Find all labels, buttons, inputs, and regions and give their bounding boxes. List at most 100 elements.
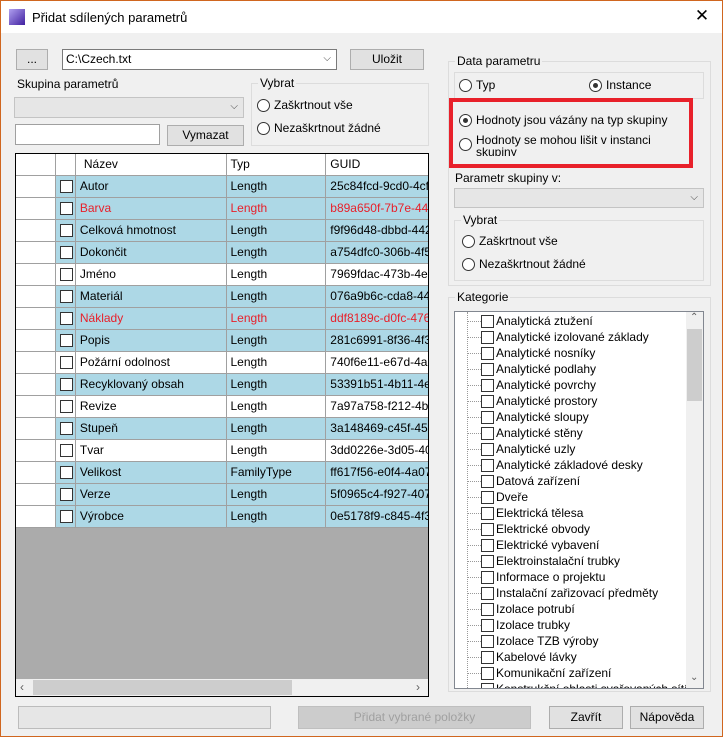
category-checkbox[interactable] — [481, 330, 494, 344]
row-checkbox[interactable] — [59, 400, 73, 413]
vertical-scrollbar[interactable]: ⌃ ⌄ — [686, 312, 703, 688]
row-header[interactable] — [16, 440, 56, 462]
check-none-radio-right[interactable]: Nezaškrtnout žádné — [462, 257, 586, 271]
row-checkbox-cell[interactable] — [55, 462, 76, 484]
row-checkbox-cell[interactable] — [55, 330, 76, 352]
row-checkbox[interactable] — [59, 290, 73, 303]
add-selected-button[interactable]: Přidat vybrané položky — [298, 706, 531, 729]
row-checkbox[interactable] — [59, 444, 73, 457]
close-button[interactable]: Zavřít — [549, 706, 623, 729]
check-all-radio-right[interactable]: Zaškrtnout vše — [462, 234, 558, 248]
category-item[interactable]: Analytické stěny — [455, 425, 583, 441]
category-checkbox[interactable] — [481, 506, 494, 520]
table-row[interactable]: Revize Length 7a97a758-f212-4b3d — [16, 396, 428, 418]
row-checkbox[interactable] — [59, 334, 73, 347]
clear-button[interactable]: Vymazat — [167, 125, 244, 146]
category-item[interactable]: Elektrické obvody — [455, 521, 590, 537]
column-header-guid[interactable]: GUID — [326, 154, 428, 176]
row-header[interactable] — [16, 462, 56, 484]
column-header-name[interactable]: Název — [75, 154, 227, 176]
type-radio[interactable]: Typ — [459, 78, 495, 92]
scroll-left-icon[interactable]: ‹ — [20, 680, 24, 694]
category-item[interactable]: Izolace trubky — [455, 617, 570, 633]
table-row[interactable]: Barva Length b89a650f-7b7e-44ff-8 — [16, 198, 428, 220]
table-row[interactable]: Požární odolnost Length 740f6e11-e67d-4a… — [16, 352, 428, 374]
row-checkbox-cell[interactable] — [55, 308, 76, 330]
close-icon[interactable]: ✕ — [691, 5, 713, 27]
row-header[interactable] — [16, 220, 56, 242]
row-checkbox[interactable] — [59, 466, 73, 479]
category-checkbox[interactable] — [481, 618, 494, 632]
scroll-up-icon[interactable]: ⌃ — [690, 312, 698, 323]
row-checkbox[interactable] — [59, 180, 73, 193]
category-checkbox[interactable] — [481, 474, 494, 488]
category-item[interactable]: Konstrukční oblasti svařovaných sítí — [455, 681, 687, 688]
category-checkbox[interactable] — [481, 362, 494, 376]
column-header-type[interactable]: Typ — [226, 154, 327, 176]
row-checkbox[interactable] — [59, 246, 73, 259]
category-checkbox[interactable] — [481, 554, 494, 568]
row-header[interactable] — [16, 418, 56, 440]
check-all-radio[interactable]: Zaškrtnout vše — [257, 98, 353, 112]
table-row[interactable]: Jméno Length 7969fdac-473b-4e59 — [16, 264, 428, 286]
check-none-radio[interactable]: Nezaškrtnout žádné — [257, 121, 381, 135]
help-button[interactable]: Nápověda — [630, 706, 704, 729]
scroll-right-icon[interactable]: › — [416, 680, 420, 694]
row-checkbox-cell[interactable] — [55, 198, 76, 220]
row-checkbox-cell[interactable] — [55, 506, 76, 528]
category-item[interactable]: Analytické prostory — [455, 393, 597, 409]
category-item[interactable]: Analytická ztužení — [455, 313, 593, 329]
category-checkbox[interactable] — [481, 634, 494, 648]
row-checkbox-cell[interactable] — [55, 440, 76, 462]
row-checkbox[interactable] — [59, 268, 73, 281]
category-checkbox[interactable] — [481, 522, 494, 536]
row-header[interactable] — [16, 506, 56, 528]
category-item[interactable]: Analytické uzly — [455, 441, 575, 457]
category-item[interactable]: Instalační zařizovací předměty — [455, 585, 658, 601]
table-row[interactable]: Materiál Length 076a9b6c-cda8-44ea — [16, 286, 428, 308]
save-button[interactable]: Uložit — [350, 49, 424, 70]
bound-to-group-type-radio[interactable]: Hodnoty jsou vázány na typ skupiny — [459, 113, 667, 127]
category-item[interactable]: Elektrické vybavení — [455, 537, 599, 553]
table-row[interactable]: Dokončit Length a754dfc0-306b-4f5f-b — [16, 242, 428, 264]
category-checkbox[interactable] — [481, 682, 494, 688]
category-checkbox[interactable] — [481, 426, 494, 440]
category-item[interactable]: Komunikační zařízení — [455, 665, 611, 681]
category-checkbox[interactable] — [481, 314, 494, 328]
row-header[interactable] — [16, 176, 56, 198]
category-item[interactable]: Elektroinstalační trubky — [455, 553, 620, 569]
table-row[interactable]: Náklady Length ddf8189c-d0fc-4764- — [16, 308, 428, 330]
category-item[interactable]: Izolace TZB výroby — [455, 633, 598, 649]
category-checkbox[interactable] — [481, 490, 494, 504]
category-item[interactable]: Informace o projektu — [455, 569, 605, 585]
scroll-thumb[interactable] — [687, 329, 702, 401]
row-header[interactable] — [16, 286, 56, 308]
row-header[interactable] — [16, 352, 56, 374]
row-header[interactable] — [16, 242, 56, 264]
row-checkbox-cell[interactable] — [55, 374, 76, 396]
category-checkbox[interactable] — [481, 394, 494, 408]
table-row[interactable]: Celková hmotnost Length f9f96d48-dbbd-44… — [16, 220, 428, 242]
row-checkbox[interactable] — [59, 378, 73, 391]
row-checkbox-cell[interactable] — [55, 264, 76, 286]
row-checkbox[interactable] — [59, 488, 73, 501]
row-checkbox-cell[interactable] — [55, 220, 76, 242]
row-header[interactable] — [16, 198, 56, 220]
browse-button[interactable]: ... — [16, 49, 48, 70]
table-row[interactable]: Stupeň Length 3a148469-c45f-458a — [16, 418, 428, 440]
row-checkbox[interactable] — [59, 356, 73, 369]
category-checkbox[interactable] — [481, 458, 494, 472]
filter-input[interactable] — [15, 124, 160, 145]
category-item[interactable]: Analytické nosníky — [455, 345, 595, 361]
table-row[interactable]: Autor Length 25c84fcd-9cd0-4cfa- — [16, 176, 428, 198]
scroll-thumb[interactable] — [33, 680, 292, 695]
table-row[interactable]: Popis Length 281c6991-8f36-4f34- — [16, 330, 428, 352]
category-item[interactable]: Analytické základové desky — [455, 457, 643, 473]
row-header[interactable] — [16, 330, 56, 352]
row-checkbox[interactable] — [59, 510, 73, 523]
horizontal-scrollbar[interactable]: ‹ › — [16, 679, 428, 696]
row-header[interactable] — [16, 374, 56, 396]
category-item[interactable]: Analytické podlahy — [455, 361, 596, 377]
category-checkbox[interactable] — [481, 602, 494, 616]
file-path-combo[interactable]: C:\Czech.txt ⌵ — [62, 49, 337, 70]
